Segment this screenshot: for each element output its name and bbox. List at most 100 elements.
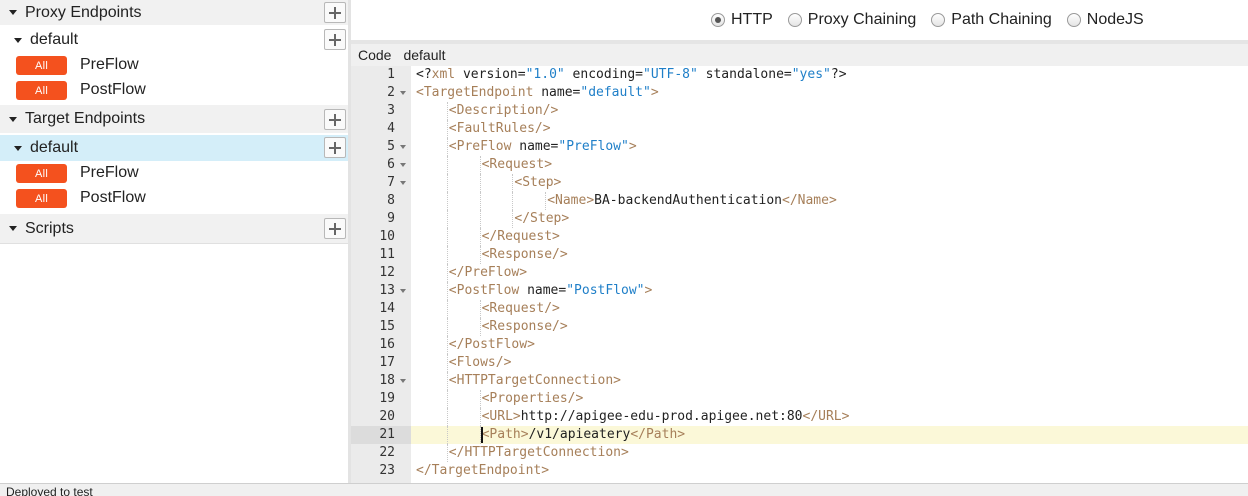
code-token: <PostFlow bbox=[448, 283, 520, 298]
proxy-endpoint-default[interactable]: default bbox=[0, 27, 348, 53]
add-target-flow-button[interactable] bbox=[324, 137, 346, 158]
add-proxy-endpoint-button[interactable] bbox=[324, 2, 346, 23]
code-line[interactable]: 21 <Path>/v1/apieatery</Path> bbox=[351, 426, 1248, 444]
code-token: </Name> bbox=[782, 193, 837, 208]
code-line[interactable]: 8 <Name>BA-backendAuthentication</Name> bbox=[351, 192, 1248, 210]
caret-down-icon[interactable] bbox=[9, 226, 17, 231]
line-number: 13 bbox=[379, 283, 395, 298]
line-number-cell: 13 bbox=[351, 282, 411, 300]
indent-guide bbox=[446, 390, 448, 408]
code-line[interactable]: 13 <PostFlow name="PostFlow"> bbox=[351, 282, 1248, 300]
line-number-cell: 7 bbox=[351, 174, 411, 192]
plus-icon bbox=[329, 6, 341, 19]
code-line[interactable]: 2 <TargetEndpoint name="default"> bbox=[351, 84, 1248, 102]
code-line[interactable]: 1 <?xml version="1.0" encoding="UTF-8" st… bbox=[351, 66, 1248, 84]
radio-proxy-chaining[interactable]: Proxy Chaining bbox=[787, 11, 916, 29]
code-line[interactable]: 4 <FaultRules/> bbox=[351, 120, 1248, 138]
code-line[interactable]: 5 <PreFlow name="PreFlow"> bbox=[351, 138, 1248, 156]
all-badge: All bbox=[16, 164, 67, 183]
radio-button-selected[interactable] bbox=[711, 13, 725, 27]
code-text: <Flows/> bbox=[449, 354, 512, 372]
fold-arrow-icon[interactable] bbox=[400, 379, 406, 383]
indent-guide bbox=[479, 390, 481, 408]
indent-guide bbox=[446, 120, 448, 138]
proxy-postflow-item[interactable]: All PostFlow bbox=[0, 78, 348, 103]
code-lines[interactable]: 1 <?xml version="1.0" encoding="UTF-8" st… bbox=[351, 66, 1248, 480]
code-token: </Path> bbox=[630, 427, 686, 442]
code-token: </PreFlow> bbox=[448, 265, 528, 280]
code-line[interactable]: 3 <Description/> bbox=[351, 102, 1248, 120]
code-line[interactable]: 9 </Step> bbox=[351, 210, 1248, 228]
code-line[interactable]: 20 <URL>http://apigee-edu-prod.apigee.net… bbox=[351, 408, 1248, 426]
target-endpoint-default[interactable]: default bbox=[0, 135, 348, 161]
radio-nodejs[interactable]: NodeJS bbox=[1066, 11, 1144, 29]
caret-down-icon[interactable] bbox=[14, 145, 22, 151]
radio-http[interactable]: HTTP bbox=[711, 11, 773, 29]
indent-guide bbox=[446, 264, 448, 282]
code-text: <Step> bbox=[514, 174, 561, 192]
indent-guide bbox=[446, 318, 448, 336]
add-proxy-flow-button[interactable] bbox=[324, 29, 346, 50]
code-token: name= bbox=[519, 283, 567, 298]
target-preflow-item[interactable]: All PreFlow bbox=[0, 161, 348, 186]
code-token: "1.0" bbox=[525, 67, 565, 82]
add-target-endpoint-button[interactable] bbox=[324, 109, 346, 130]
status-text: Deployed to test bbox=[6, 485, 93, 496]
code-editor[interactable]: 1 <?xml version="1.0" encoding="UTF-8" st… bbox=[351, 66, 1248, 483]
indent-guide bbox=[446, 102, 448, 120]
code-token: http://apigee-edu-prod.apigee.net:80 bbox=[520, 409, 803, 424]
fold-arrow-icon[interactable] bbox=[400, 289, 406, 293]
indent-guide bbox=[545, 192, 547, 210]
code-line[interactable]: 19 <Properties/> bbox=[351, 390, 1248, 408]
code-line[interactable]: 23 </TargetEndpoint> bbox=[351, 462, 1248, 480]
indent-guide bbox=[446, 228, 448, 246]
proxy-endpoints-header[interactable]: Proxy Endpoints bbox=[0, 0, 348, 25]
line-number: 23 bbox=[379, 463, 395, 478]
line-number: 16 bbox=[379, 337, 395, 352]
caret-down-icon[interactable] bbox=[9, 10, 17, 15]
add-script-button[interactable] bbox=[324, 218, 346, 239]
code-line[interactable]: 10 </Request> bbox=[351, 228, 1248, 246]
plus-icon bbox=[329, 33, 341, 46]
code-line[interactable]: 6 <Request> bbox=[351, 156, 1248, 174]
target-postflow-label: PostFlow bbox=[80, 189, 146, 206]
code-line[interactable]: 14 <Request/> bbox=[351, 300, 1248, 318]
code-line[interactable]: 15 <Response/> bbox=[351, 318, 1248, 336]
code-line[interactable]: 16 </PostFlow> bbox=[351, 336, 1248, 354]
status-bar: Deployed to test bbox=[0, 483, 1248, 496]
line-number: 17 bbox=[379, 355, 395, 370]
target-endpoints-label: Target Endpoints bbox=[25, 110, 146, 127]
caret-down-icon[interactable] bbox=[14, 37, 22, 43]
fold-arrow-icon[interactable] bbox=[400, 181, 406, 185]
indent-guide bbox=[446, 372, 448, 390]
line-number: 5 bbox=[387, 139, 395, 154]
radio-button[interactable] bbox=[787, 13, 802, 27]
code-token: "UTF-8" bbox=[643, 67, 698, 82]
caret-down-icon[interactable] bbox=[9, 116, 17, 122]
code-line[interactable]: 22 </HTTPTargetConnection> bbox=[351, 444, 1248, 462]
code-tab[interactable]: Code bbox=[358, 47, 391, 63]
code-line[interactable]: 18 <HTTPTargetConnection> bbox=[351, 372, 1248, 390]
radio-path-chaining[interactable]: Path Chaining bbox=[931, 11, 1052, 29]
code-token: <Properties/> bbox=[481, 391, 584, 406]
code-token: ?> bbox=[830, 67, 847, 82]
code-line[interactable]: 7 <Step> bbox=[351, 174, 1248, 192]
fold-arrow-icon[interactable] bbox=[400, 145, 406, 149]
code-token: "PreFlow" bbox=[558, 139, 629, 154]
code-line[interactable]: 12 </PreFlow> bbox=[351, 264, 1248, 282]
fold-arrow-icon[interactable] bbox=[400, 163, 406, 167]
fold-arrow-icon[interactable] bbox=[400, 91, 406, 95]
target-endpoints-header[interactable]: Target Endpoints bbox=[0, 105, 348, 133]
code-text: <PreFlow name="PreFlow"> bbox=[449, 138, 637, 156]
radio-button[interactable] bbox=[931, 13, 946, 27]
proxy-preflow-item[interactable]: All PreFlow bbox=[0, 53, 348, 78]
code-token: standalone= bbox=[697, 67, 792, 82]
line-number-cell: 21 bbox=[351, 426, 411, 444]
radio-button[interactable] bbox=[1066, 13, 1081, 27]
code-line[interactable]: 11 <Response/> bbox=[351, 246, 1248, 264]
target-postflow-item[interactable]: All PostFlow bbox=[0, 186, 348, 211]
code-line[interactable]: 17 <Flows/> bbox=[351, 354, 1248, 372]
indent-guide bbox=[446, 174, 448, 192]
plus-icon bbox=[329, 113, 341, 126]
scripts-header[interactable]: Scripts bbox=[0, 214, 348, 244]
